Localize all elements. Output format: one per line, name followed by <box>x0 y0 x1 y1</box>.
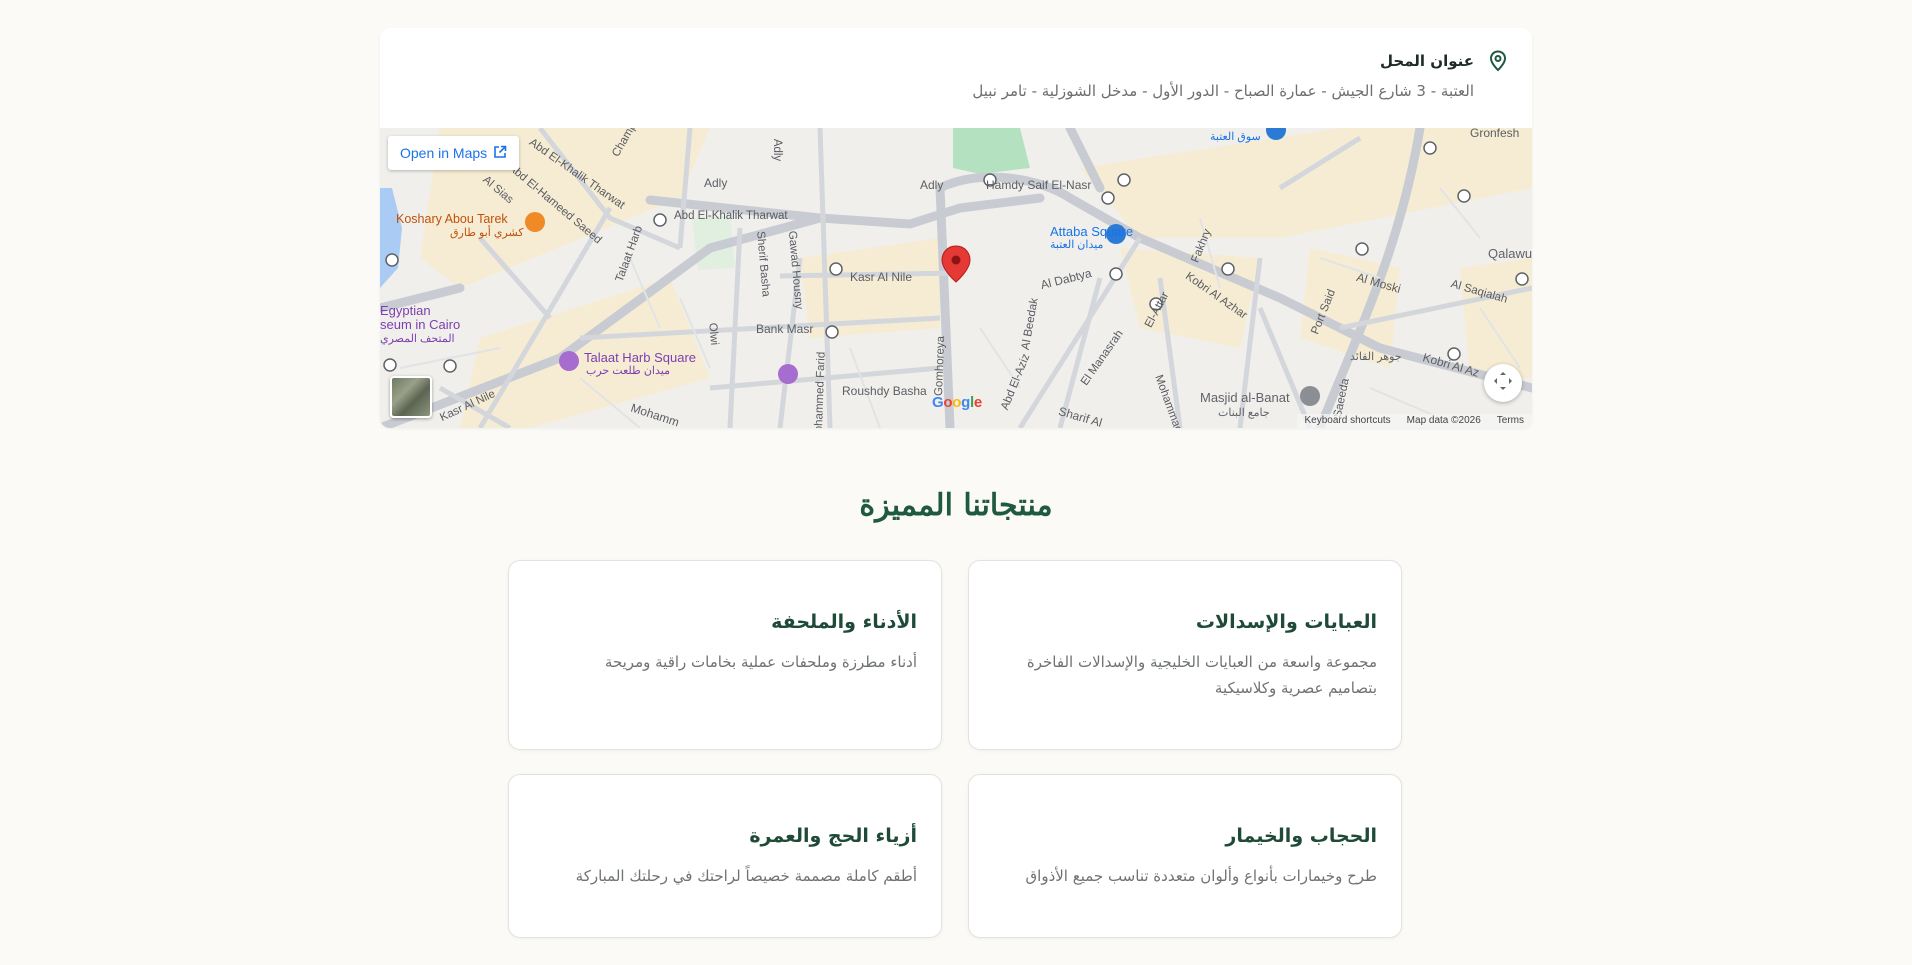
map-label: Koshary Abou Tarek <box>396 212 508 226</box>
map-label: Egyptian seum in Cairo <box>380 303 461 332</box>
product-card[interactable]: الحجاب والخيمار طرح وخيمارات بأنواع وألو… <box>968 774 1402 938</box>
external-link-icon <box>493 145 507 162</box>
map-label: Adly <box>704 176 728 190</box>
product-card[interactable]: الأدناء والملحفة أدناء مطرزة وملحفات عمل… <box>508 560 942 750</box>
map-label: Roushdy Basha <box>842 384 927 398</box>
map-label: Kasr Al Nile <box>850 270 913 284</box>
map-label: جوهر القائد <box>1350 351 1402 363</box>
map-data-label: Map data ©2026 <box>1406 415 1481 426</box>
google-logo: Google <box>932 394 982 411</box>
map-embed[interactable]: Adly Adly Adly Hamdy Saif El-Nasr Abd El… <box>380 128 1532 428</box>
map-label: سوق العتبة <box>1210 131 1261 143</box>
fullscreen-icon <box>1493 371 1513 395</box>
product-card-desc: مجموعة واسعة من العبايات الخليجية والإسد… <box>1026 653 1377 697</box>
fullscreen-button[interactable] <box>1484 364 1522 402</box>
map-label: Gronfesh <box>1470 128 1520 140</box>
map-label: Hamdy Saif El-Nasr <box>986 178 1092 192</box>
address-block: عنوان المحل العتبة - 3 شارع الجيش - عمار… <box>972 50 1508 100</box>
open-in-maps-label: Open in Maps <box>400 145 488 161</box>
map-label: كشري أبو طارق <box>450 227 524 239</box>
product-card-desc: أدناء مطرزة وملحفات عملية بخامات راقية و… <box>604 653 917 671</box>
location-card: عنوان المحل العتبة - 3 شارع الجيش - عمار… <box>380 28 1532 428</box>
open-in-maps-link[interactable]: Open in Maps <box>388 136 520 170</box>
product-card-title: العبايات والإسدالات <box>1195 611 1377 633</box>
address-text: العتبة - 3 شارع الجيش - عمارة الصباح - ا… <box>972 82 1474 100</box>
products-section-title: منتجاتنا المميزة <box>859 488 1053 523</box>
map-label: Qalawu <box>1488 246 1532 261</box>
map-label: Abd El-Khalik Tharwat <box>674 210 788 222</box>
map-label: Adly <box>920 178 944 192</box>
satellite-layer-toggle[interactable] <box>390 376 432 418</box>
map-label: Masjid al-Banat <box>1200 390 1290 405</box>
map-footer: Keyboard shortcuts Map data ©2026 Terms <box>1296 414 1532 428</box>
product-card[interactable]: العبايات والإسدالات مجموعة واسعة من العب… <box>968 560 1402 750</box>
map-label: جامع البنات <box>1218 407 1270 419</box>
map-label: ميدان طلعت حرب <box>586 365 670 377</box>
product-card-title: أزياء الحج والعمرة <box>749 825 917 847</box>
terms-link[interactable]: Terms <box>1489 414 1532 428</box>
map-label: Olwi <box>706 322 721 346</box>
product-card[interactable]: أزياء الحج والعمرة أطقم كاملة مصممة خصيص… <box>508 774 942 938</box>
keyboard-shortcuts-link[interactable]: Keyboard shortcuts <box>1297 414 1399 428</box>
map-label: المتحف المصري <box>380 333 455 345</box>
product-card-desc: طرح وخيمارات بأنواع وألوان متعددة تناسب … <box>1025 867 1377 885</box>
map-label: Attaba Square <box>1050 224 1134 239</box>
map-label: Gomhoreya <box>933 335 948 397</box>
location-pin-icon <box>1488 50 1508 72</box>
map-label: Bank Masr <box>756 322 814 336</box>
map-label: ميدان العتبة <box>1050 239 1104 251</box>
map-label: Talaat Harb Square <box>584 350 697 365</box>
address-title: عنوان المحل <box>1380 52 1474 70</box>
product-card-title: الأدناء والملحفة <box>771 611 917 633</box>
map-label: Adly <box>771 138 784 162</box>
product-card-title: الحجاب والخيمار <box>1225 825 1377 847</box>
product-card-desc: أطقم كاملة مصممة خصيصاً لراحتك في رحلتك … <box>575 867 917 885</box>
